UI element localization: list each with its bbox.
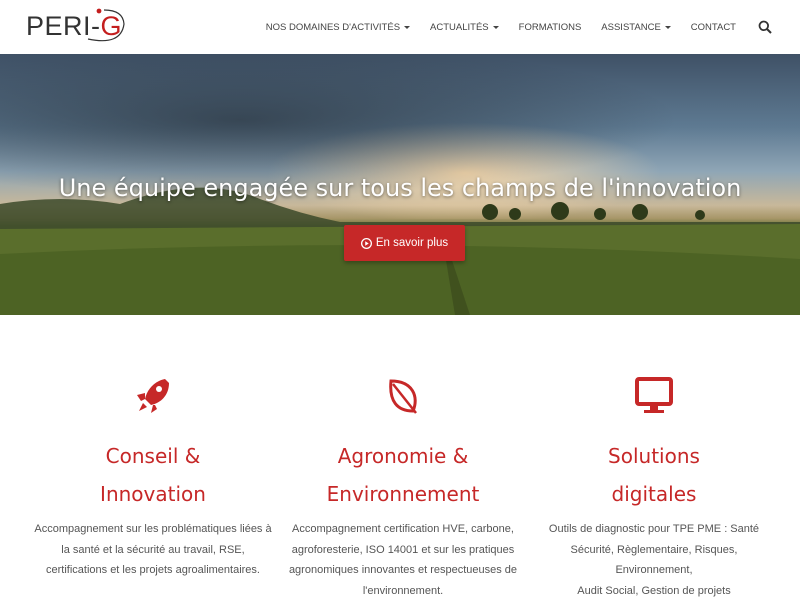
logo-text: PERI-G: [26, 11, 123, 41]
caret-down-icon: [664, 25, 671, 29]
monitor-icon: [635, 377, 673, 413]
service-description: Accompagnement certification HVE, carbon…: [288, 523, 518, 597]
nav-item-domaines[interactable]: NOS DOMAINES D'ACTIVITÉS: [265, 21, 411, 33]
hero-title: Une équipe engagée sur tous les champs d…: [58, 174, 742, 202]
service-title: Solutions digitales: [608, 444, 700, 506]
nav-item-label: CONTACT: [690, 21, 736, 33]
caret-down-icon: [492, 25, 499, 29]
nav-item-label: NOS DOMAINES D'ACTIVITÉS: [265, 21, 401, 33]
nav-item-label: ACTUALITÉS: [430, 21, 489, 33]
rocket-icon: [137, 379, 169, 413]
service-title: Agronomie & Environnement: [326, 444, 480, 506]
service-description: Outils de diagnostic pour TPE PME : Sant…: [548, 523, 760, 597]
learn-more-button[interactable]: En savoir plus: [344, 225, 465, 261]
nav-item-contact[interactable]: CONTACT: [691, 22, 736, 33]
nav-item-label: ASSISTANCE: [601, 21, 661, 33]
hero-banner: Une équipe engagée sur tous les champs d…: [0, 54, 800, 315]
leaf-icon: [389, 379, 417, 414]
nav-item-formations[interactable]: FORMATIONS: [519, 22, 582, 33]
service-description: Accompagnement sur les problématiques li…: [34, 523, 272, 576]
site-header: PERI-G NOS DOMAINES D'ACTIVITÉS ACTUALIT…: [0, 0, 800, 54]
services-section: Conseil & Innovation Accompagnement sur …: [0, 315, 800, 606]
nav-item-label: FORMATIONS: [518, 21, 582, 33]
search-icon[interactable]: [758, 20, 772, 34]
play-circle-icon: [360, 237, 372, 249]
main-nav: NOS DOMAINES D'ACTIVITÉS ACTUALITÉS FORM…: [246, 0, 772, 54]
nav-item-assistance[interactable]: ASSISTANCE: [601, 21, 671, 33]
nav-item-actualites[interactable]: ACTUALITÉS: [430, 22, 499, 33]
caret-down-icon: [404, 25, 411, 29]
logo[interactable]: PERI-G: [26, 6, 130, 46]
learn-more-label: En savoir plus: [375, 237, 449, 249]
service-title: Conseil & Innovation: [100, 444, 206, 506]
